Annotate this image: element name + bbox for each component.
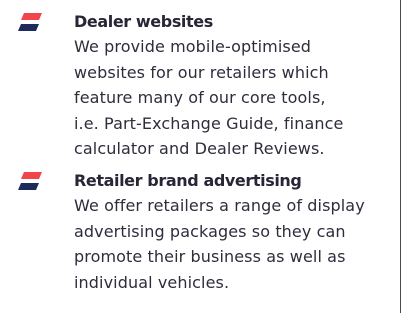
description-line: feature many of our core tools,: [74, 88, 326, 107]
description-line: i.e. Part-Exchange Guide, finance: [74, 113, 344, 133]
description-line: promote their business as well as: [74, 247, 346, 266]
feature-title: Dealer websites: [74, 12, 213, 31]
description-line: websites for our retailers which: [74, 62, 329, 82]
description-line: advertising packages so they can: [74, 221, 346, 241]
feature-text: Dealer websites We provide mobile-optimi…: [74, 9, 390, 162]
feature-description: We provide mobile-optimised websites for…: [74, 34, 390, 162]
brand-stripes-icon: [18, 172, 42, 192]
description-line: calculator and Dealer Reviews.: [74, 139, 325, 158]
description-line: individual vehicles.: [74, 272, 230, 292]
description-line: We offer retailers a range of display: [74, 196, 365, 215]
feature-title: Retailer brand advertising: [74, 171, 302, 190]
feature-description: We offer retailers a range of display ad…: [74, 193, 390, 295]
description-line: We provide mobile-optimised: [74, 37, 312, 56]
feature-text: Retailer brand advertising We offer reta…: [74, 168, 390, 295]
right-divider: [400, 0, 401, 313]
brand-stripes-icon: [18, 13, 42, 33]
